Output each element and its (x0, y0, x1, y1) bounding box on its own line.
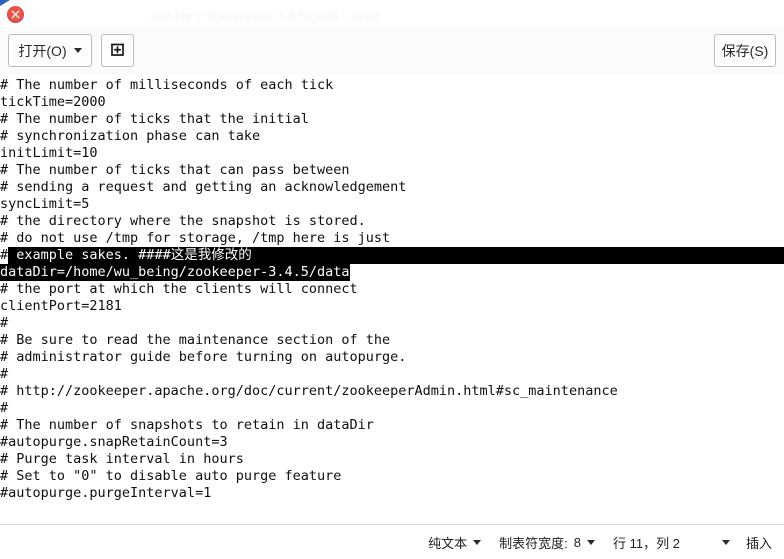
save-button-label: 保存(S) (721, 42, 769, 59)
new-document-button[interactable] (101, 34, 134, 67)
editor-line[interactable]: # The number of milliseconds of each tic… (0, 77, 618, 94)
editor-line[interactable]: # the port at which the clients will con… (0, 281, 618, 298)
editor-line-text: syncLimit=5 (0, 196, 90, 212)
cursor-position-label: 行 11，列 2 (613, 535, 680, 551)
editor-line[interactable]: # the directory where the snapshot is st… (0, 213, 618, 230)
editor-line-text: # The number of ticks that can pass betw… (0, 162, 350, 178)
tab-width-value: 8 (573, 534, 582, 550)
editor-line-text: # Set to "0" to disable auto purge featu… (0, 468, 342, 484)
editor-line[interactable]: # sending a request and getting an ackno… (0, 179, 618, 196)
editor-line-text: # synchronization phase can take (0, 128, 261, 144)
editor-line[interactable]: initLimit=10 (0, 145, 618, 162)
editor-line[interactable]: # Purge task interval in hours (0, 451, 618, 468)
editor-line[interactable]: # example sakes. ####这是我修改的 (0, 247, 618, 264)
insert-mode-label-wrap: 插入 (746, 533, 772, 552)
editor-line-text: # Purge task interval in hours (0, 451, 244, 467)
editor-line[interactable]: dataDir=/home/wu_being/zookeeper-3.4.5/d… (0, 264, 618, 281)
status-bar: 纯文本 制表符宽度: 8 行 11，列 2 插入 (0, 524, 784, 559)
editor-selection-text: dataDir=/home/wu_being/zookeeper-3.4.5/d… (0, 264, 350, 281)
editor-line-text: # (0, 366, 9, 382)
editor-line-text: # (0, 315, 9, 331)
editor-line[interactable]: syncLimit=5 (0, 196, 618, 213)
editor-line-text: tickTime=2000 (0, 94, 106, 110)
editor-line-text: # the port at which the clients will con… (0, 281, 358, 297)
editor-line-text: # sending a request and getting an ackno… (0, 179, 407, 195)
chevron-down-icon (587, 539, 596, 545)
window-titlebar: zoo.cfg (~/zookeeper-3.4.5/conf) - gedit (0, 0, 784, 28)
open-button-label: 打开(O) (18, 42, 67, 59)
editor-line[interactable]: clientPort=2181 (0, 298, 618, 315)
editor-line[interactable]: tickTime=2000 (0, 94, 618, 111)
editor-line[interactable]: # do not use /tmp for storage, /tmp here… (0, 230, 618, 247)
window-title: zoo.cfg (~/zookeeper-3.4.5/conf) - gedit (150, 9, 380, 23)
editor-line-text: initLimit=10 (0, 145, 98, 161)
text-editor-area[interactable]: # The number of milliseconds of each tic… (0, 74, 784, 524)
insert-mode-label: 插入 (745, 535, 772, 551)
open-button[interactable]: 打开(O) (8, 34, 92, 67)
editor-line[interactable]: # synchronization phase can take (0, 128, 618, 145)
editor-line-text: # http://zookeeper.apache.org/doc/curren… (0, 383, 618, 399)
language-label: 纯文本 (428, 535, 468, 551)
editor-line-text: # The number of ticks that the initial (0, 111, 309, 127)
close-icon[interactable] (7, 6, 24, 23)
editor-line-text: # (0, 247, 9, 263)
editor-line[interactable]: # The number of ticks that the initial (0, 111, 618, 128)
editor-line-text: #autopurge.snapRetainCount=3 (0, 434, 228, 450)
tab-width-selector[interactable]: 制表符宽度: 8 (499, 533, 596, 552)
editor-line-text: clientPort=2181 (0, 298, 122, 314)
insert-mode-selector[interactable] (721, 539, 730, 545)
editor-line[interactable]: # (0, 315, 618, 332)
language-selector[interactable]: 纯文本 (428, 533, 482, 552)
chevron-down-icon (473, 539, 482, 545)
editor-selection-text: example sakes. ####这是我修改的 (8, 247, 252, 264)
chevron-down-icon (73, 48, 82, 53)
editor-line[interactable]: # Be sure to read the maintenance sectio… (0, 332, 618, 349)
chevron-down-icon (721, 539, 730, 545)
save-button[interactable]: 保存(S) (714, 34, 776, 67)
editor-line[interactable]: # http://zookeeper.apache.org/doc/curren… (0, 383, 618, 400)
editor-content[interactable]: # The number of milliseconds of each tic… (0, 77, 618, 502)
editor-line-text: # administrator guide before turning on … (0, 349, 407, 365)
editor-line-text: # the directory where the snapshot is st… (0, 213, 366, 229)
editor-line-text: #autopurge.purgeInterval=1 (0, 485, 212, 501)
editor-line-text: # The number of milliseconds of each tic… (0, 77, 334, 93)
editor-line-text: # (0, 400, 9, 416)
toolbar: 打开(O) 保存(S) (0, 27, 784, 75)
editor-line[interactable]: # Set to "0" to disable auto purge featu… (0, 468, 618, 485)
editor-line[interactable]: #autopurge.snapRetainCount=3 (0, 434, 618, 451)
editor-line[interactable]: # (0, 366, 618, 383)
editor-line-text: # do not use /tmp for storage, /tmp here… (0, 230, 391, 246)
editor-line-text: # Be sure to read the maintenance sectio… (0, 332, 391, 348)
new-document-icon (109, 41, 126, 61)
editor-line[interactable]: # The number of snapshots to retain in d… (0, 417, 618, 434)
editor-line[interactable]: # administrator guide before turning on … (0, 349, 618, 366)
editor-line[interactable]: # The number of ticks that can pass betw… (0, 162, 618, 179)
tab-width-label: 制表符宽度: (499, 535, 568, 551)
editor-line[interactable]: # (0, 400, 618, 417)
editor-line-text: # The number of snapshots to retain in d… (0, 417, 374, 433)
editor-line[interactable]: #autopurge.purgeInterval=1 (0, 485, 618, 502)
cursor-position: 行 11，列 2 (613, 533, 680, 552)
